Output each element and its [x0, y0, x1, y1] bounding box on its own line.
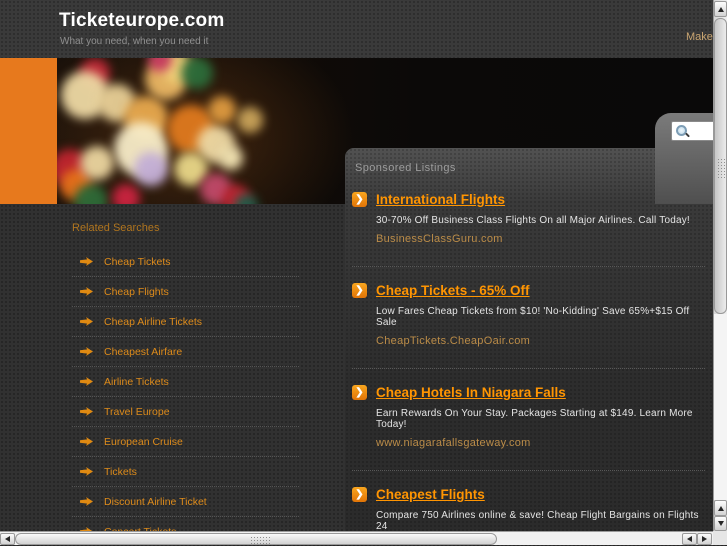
sponsored-listing: ❯ Cheap Hotels In Niagara Falls Earn Rew…: [352, 369, 705, 471]
listing-title-link[interactable]: International Flights: [376, 192, 505, 207]
bokeh-light: [134, 152, 168, 186]
bokeh-light: [219, 146, 243, 170]
sponsored-listings-list: ❯ International Flights 30-70% Off Busin…: [352, 176, 705, 532]
listing-description: 30-70% Off Business Class Flights On all…: [376, 215, 690, 226]
listing-url-link[interactable]: www.niagarafallsgateway.com: [376, 437, 705, 449]
arrow-bullet-icon: [80, 287, 93, 296]
scrollbar-grip: [250, 536, 271, 544]
related-search-link[interactable]: Airline Tickets: [72, 367, 299, 397]
related-search-label: Cheap Airline Tickets: [104, 315, 203, 328]
related-search-link[interactable]: Cheapest Airfare: [72, 337, 299, 367]
site-tagline: What you need, when you need it: [60, 36, 209, 47]
listing-bullet-icon: ❯: [352, 283, 367, 298]
related-search-label: Travel Europe: [104, 405, 170, 418]
sponsored-listing: ❯ Cheap Tickets - 65% Off Low Fares Chea…: [352, 267, 705, 369]
scroll-right-button[interactable]: [697, 533, 712, 545]
horizontal-scrollbar[interactable]: [0, 531, 713, 545]
listing-description: Compare 750 Airlines online & save! Chea…: [376, 510, 699, 532]
arrow-bullet-icon: [80, 467, 93, 476]
scrollbar-corner: [713, 531, 727, 545]
related-search-link[interactable]: Travel Europe: [72, 397, 299, 427]
horizontal-scrollbar-thumb[interactable]: [15, 533, 497, 545]
related-search-label: Cheapest Airfare: [104, 345, 183, 358]
down-arrow-icon: [717, 521, 724, 526]
listing-description: Low Fares Cheap Tickets from $10! 'No-Ki…: [376, 306, 690, 328]
arrow-bullet-icon: [80, 317, 93, 326]
up-arrow-icon: [717, 6, 724, 12]
listing-description: Earn Rewards On Your Stay. Packages Star…: [376, 408, 693, 430]
related-search-label: Cheap Tickets: [104, 255, 171, 268]
vertical-scrollbar-thumb[interactable]: [714, 18, 727, 314]
vertical-scrollbar-track[interactable]: [714, 314, 727, 500]
arrow-bullet-icon: [80, 347, 93, 356]
left-arrow-icon: [5, 536, 10, 542]
listing-title-link[interactable]: Cheapest Flights: [376, 487, 485, 502]
arrow-bullet-icon: [80, 377, 93, 386]
related-search-label: Discount Airline Ticket: [104, 495, 207, 508]
listing-title-link[interactable]: Cheap Tickets - 65% Off: [376, 283, 530, 298]
listing-bullet-icon: ❯: [352, 192, 367, 207]
site-title: Ticketeurope.com: [59, 10, 225, 31]
up-arrow-icon: [717, 505, 724, 511]
magnifier-icon: [676, 125, 689, 138]
orange-accent-block: [0, 58, 57, 204]
arrow-bullet-icon: [80, 407, 93, 416]
related-searches-list: Cheap Tickets Cheap Flights Cheap Airlin…: [72, 247, 299, 546]
sponsored-listings-panel: Sponsored Listings ❯ International Fligh…: [345, 148, 713, 532]
arrow-bullet-icon: [80, 257, 93, 266]
listing-bullet-icon: ❯: [352, 487, 367, 502]
vertical-scrollbar[interactable]: [713, 0, 727, 531]
listing-bullet-icon: ❯: [352, 385, 367, 400]
listing-url-link[interactable]: BusinessClassGuru.com: [376, 233, 705, 245]
scroll-up-button[interactable]: [714, 1, 727, 17]
related-search-label: Cheap Flights: [104, 285, 169, 298]
bokeh-light: [112, 184, 140, 204]
scrollbar-grip: [717, 158, 725, 179]
scroll-up-button-bottom[interactable]: [714, 500, 727, 516]
related-search-link[interactable]: Cheap Tickets: [72, 247, 299, 277]
related-search-link[interactable]: Tickets: [72, 457, 299, 487]
related-search-link[interactable]: Cheap Flights: [72, 277, 299, 307]
bokeh-light: [208, 96, 236, 124]
related-searches-heading: Related Searches: [72, 222, 160, 234]
related-searches: Related Searches Cheap Tickets Cheap Fli…: [72, 222, 299, 546]
left-arrow-icon: [687, 536, 692, 542]
arrow-bullet-icon: [80, 497, 93, 506]
sponsored-listing: ❯ International Flights 30-70% Off Busin…: [352, 176, 705, 267]
related-search-link[interactable]: Discount Airline Ticket: [72, 487, 299, 517]
related-search-link[interactable]: European Cruise: [72, 427, 299, 457]
sponsored-listing: ❯ Cheapest Flights Compare 750 Airlines …: [352, 471, 705, 532]
related-search-label: Airline Tickets: [104, 375, 169, 388]
listing-title-link[interactable]: Cheap Hotels In Niagara Falls: [376, 385, 566, 400]
arrow-bullet-icon: [80, 437, 93, 446]
page-header: Ticketeurope.com What you need, when you…: [0, 0, 727, 58]
bokeh-light: [181, 58, 213, 89]
bokeh-light: [237, 107, 263, 133]
related-search-label: European Cruise: [104, 435, 183, 448]
related-search-label: Tickets: [104, 465, 137, 478]
scroll-down-button[interactable]: [714, 516, 727, 531]
related-search-link[interactable]: Cheap Airline Tickets: [72, 307, 299, 337]
listing-url-link[interactable]: CheapTickets.CheapOair.com: [376, 335, 705, 347]
right-arrow-icon: [702, 536, 707, 542]
scroll-left-button[interactable]: [0, 533, 15, 545]
bokeh-light: [80, 146, 114, 180]
scroll-left-button-right[interactable]: [682, 533, 697, 545]
